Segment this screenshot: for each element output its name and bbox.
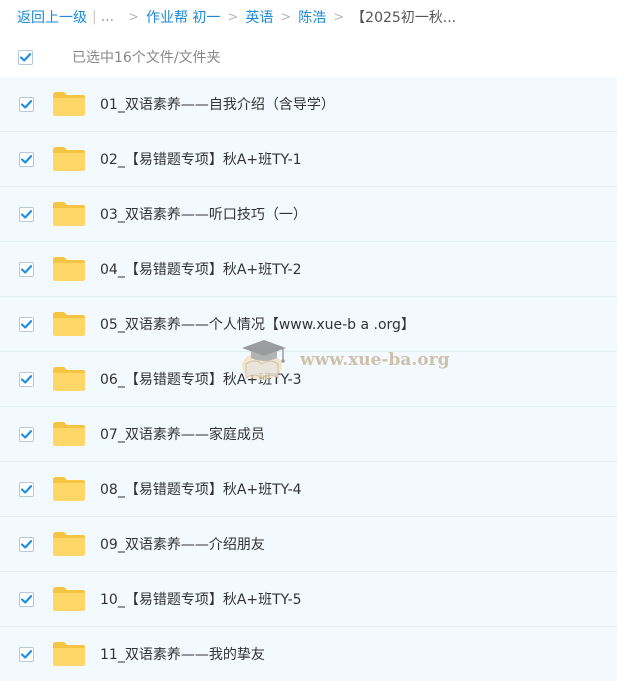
check-icon (21, 154, 32, 164)
file-checkbox[interactable] (19, 96, 34, 112)
file-name[interactable]: 06_【易错题专项】秋A+班TY-3 (100, 369, 302, 389)
selection-summary: 已选中16个文件/文件夹 (72, 50, 221, 66)
file-checkbox[interactable] (19, 206, 34, 222)
folder-icon (53, 312, 85, 336)
file-row[interactable]: 11_双语素养——我的挚友 (0, 627, 617, 681)
file-row[interactable]: 01_双语素养——自我介绍（含导学） (0, 77, 617, 132)
breadcrumb-current: 【2025初一秋... (351, 10, 457, 26)
file-checkbox[interactable] (19, 536, 34, 552)
folder-icon (53, 257, 85, 281)
file-row[interactable]: 07_双语素养——家庭成员 (0, 407, 617, 462)
file-checkbox[interactable] (19, 646, 34, 662)
file-row[interactable]: 09_双语素养——介绍朋友 (0, 517, 617, 572)
file-row[interactable]: 04_【易错题专项】秋A+班TY-2 (0, 242, 617, 297)
check-icon (21, 649, 32, 659)
file-checkbox[interactable] (19, 371, 34, 387)
check-icon (21, 429, 32, 439)
file-checkbox[interactable] (19, 261, 34, 277)
file-name[interactable]: 10_【易错题专项】秋A+班TY-5 (100, 589, 302, 609)
file-name[interactable]: 08_【易错题专项】秋A+班TY-4 (100, 479, 302, 499)
folder-icon (53, 642, 85, 666)
file-name[interactable]: 04_【易错题专项】秋A+班TY-2 (100, 259, 302, 279)
select-all-checkbox[interactable] (18, 49, 33, 65)
folder-icon (53, 422, 85, 446)
breadcrumb-item-teacher[interactable]: 陈浩 (298, 7, 326, 27)
file-name[interactable]: 09_双语素养——介绍朋友 (100, 534, 265, 554)
folder-icon (53, 477, 85, 501)
file-name[interactable]: 01_双语素养——自我介绍（含导学） (100, 94, 335, 114)
breadcrumb-ellipsis[interactable]: ... (101, 9, 114, 25)
breadcrumb-item-zuoyebang[interactable]: 作业帮 初一 (146, 7, 220, 27)
file-row[interactable]: 10_【易错题专项】秋A+班TY-5 (0, 572, 617, 627)
breadcrumb-item-english[interactable]: 英语 (245, 7, 273, 27)
file-name[interactable]: 02_【易错题专项】秋A+班TY-1 (100, 149, 302, 169)
file-checkbox[interactable] (19, 316, 34, 332)
chevron-right-icon: > (280, 9, 292, 25)
folder-icon (53, 92, 85, 116)
back-link[interactable]: 返回上一级 (17, 7, 87, 27)
check-icon (21, 594, 32, 604)
folder-icon (53, 147, 85, 171)
file-checkbox[interactable] (19, 591, 34, 607)
check-icon (21, 209, 32, 219)
file-row[interactable]: 03_双语素养——听口技巧（一） (0, 187, 617, 242)
select-all-row: 已选中16个文件/文件夹 (0, 40, 617, 74)
file-browser: 返回上一级 | ... > 作业帮 初一 > 英语 > 陈浩 > 【2025初一… (0, 0, 617, 681)
file-checkbox[interactable] (19, 151, 34, 167)
chevron-right-icon: > (333, 9, 345, 25)
folder-icon (53, 532, 85, 556)
check-icon (21, 539, 32, 549)
file-checkbox[interactable] (19, 481, 34, 497)
folder-icon (53, 587, 85, 611)
file-list: 01_双语素养——自我介绍（含导学） 02_【易错题专项】秋A+班TY-1 03_双… (0, 77, 617, 681)
check-icon (20, 52, 31, 62)
check-icon (21, 319, 32, 329)
file-name[interactable]: 05_双语素养——个人情况【www.xue-b a .org】 (100, 314, 415, 334)
file-name[interactable]: 07_双语素养——家庭成员 (100, 424, 265, 444)
breadcrumb-divider: | (92, 9, 97, 25)
chevron-right-icon: > (128, 9, 139, 25)
file-name[interactable]: 03_双语素养——听口技巧（一） (100, 204, 307, 224)
file-row[interactable]: 08_【易错题专项】秋A+班TY-4 (0, 462, 617, 517)
chevron-right-icon: > (227, 9, 239, 25)
folder-icon (53, 367, 85, 391)
check-icon (21, 264, 32, 274)
check-icon (21, 374, 32, 384)
folder-icon (53, 202, 85, 226)
check-icon (21, 484, 32, 494)
file-row[interactable]: 06_【易错题专项】秋A+班TY-3 (0, 352, 617, 407)
breadcrumb: 返回上一级 | ... > 作业帮 初一 > 英语 > 陈浩 > 【2025初一… (17, 6, 456, 28)
file-name[interactable]: 11_双语素养——我的挚友 (100, 644, 265, 664)
file-row[interactable]: 02_【易错题专项】秋A+班TY-1 (0, 132, 617, 187)
check-icon (21, 99, 32, 109)
file-checkbox[interactable] (19, 426, 34, 442)
file-row[interactable]: 05_双语素养——个人情况【www.xue-b a .org】 (0, 297, 617, 352)
